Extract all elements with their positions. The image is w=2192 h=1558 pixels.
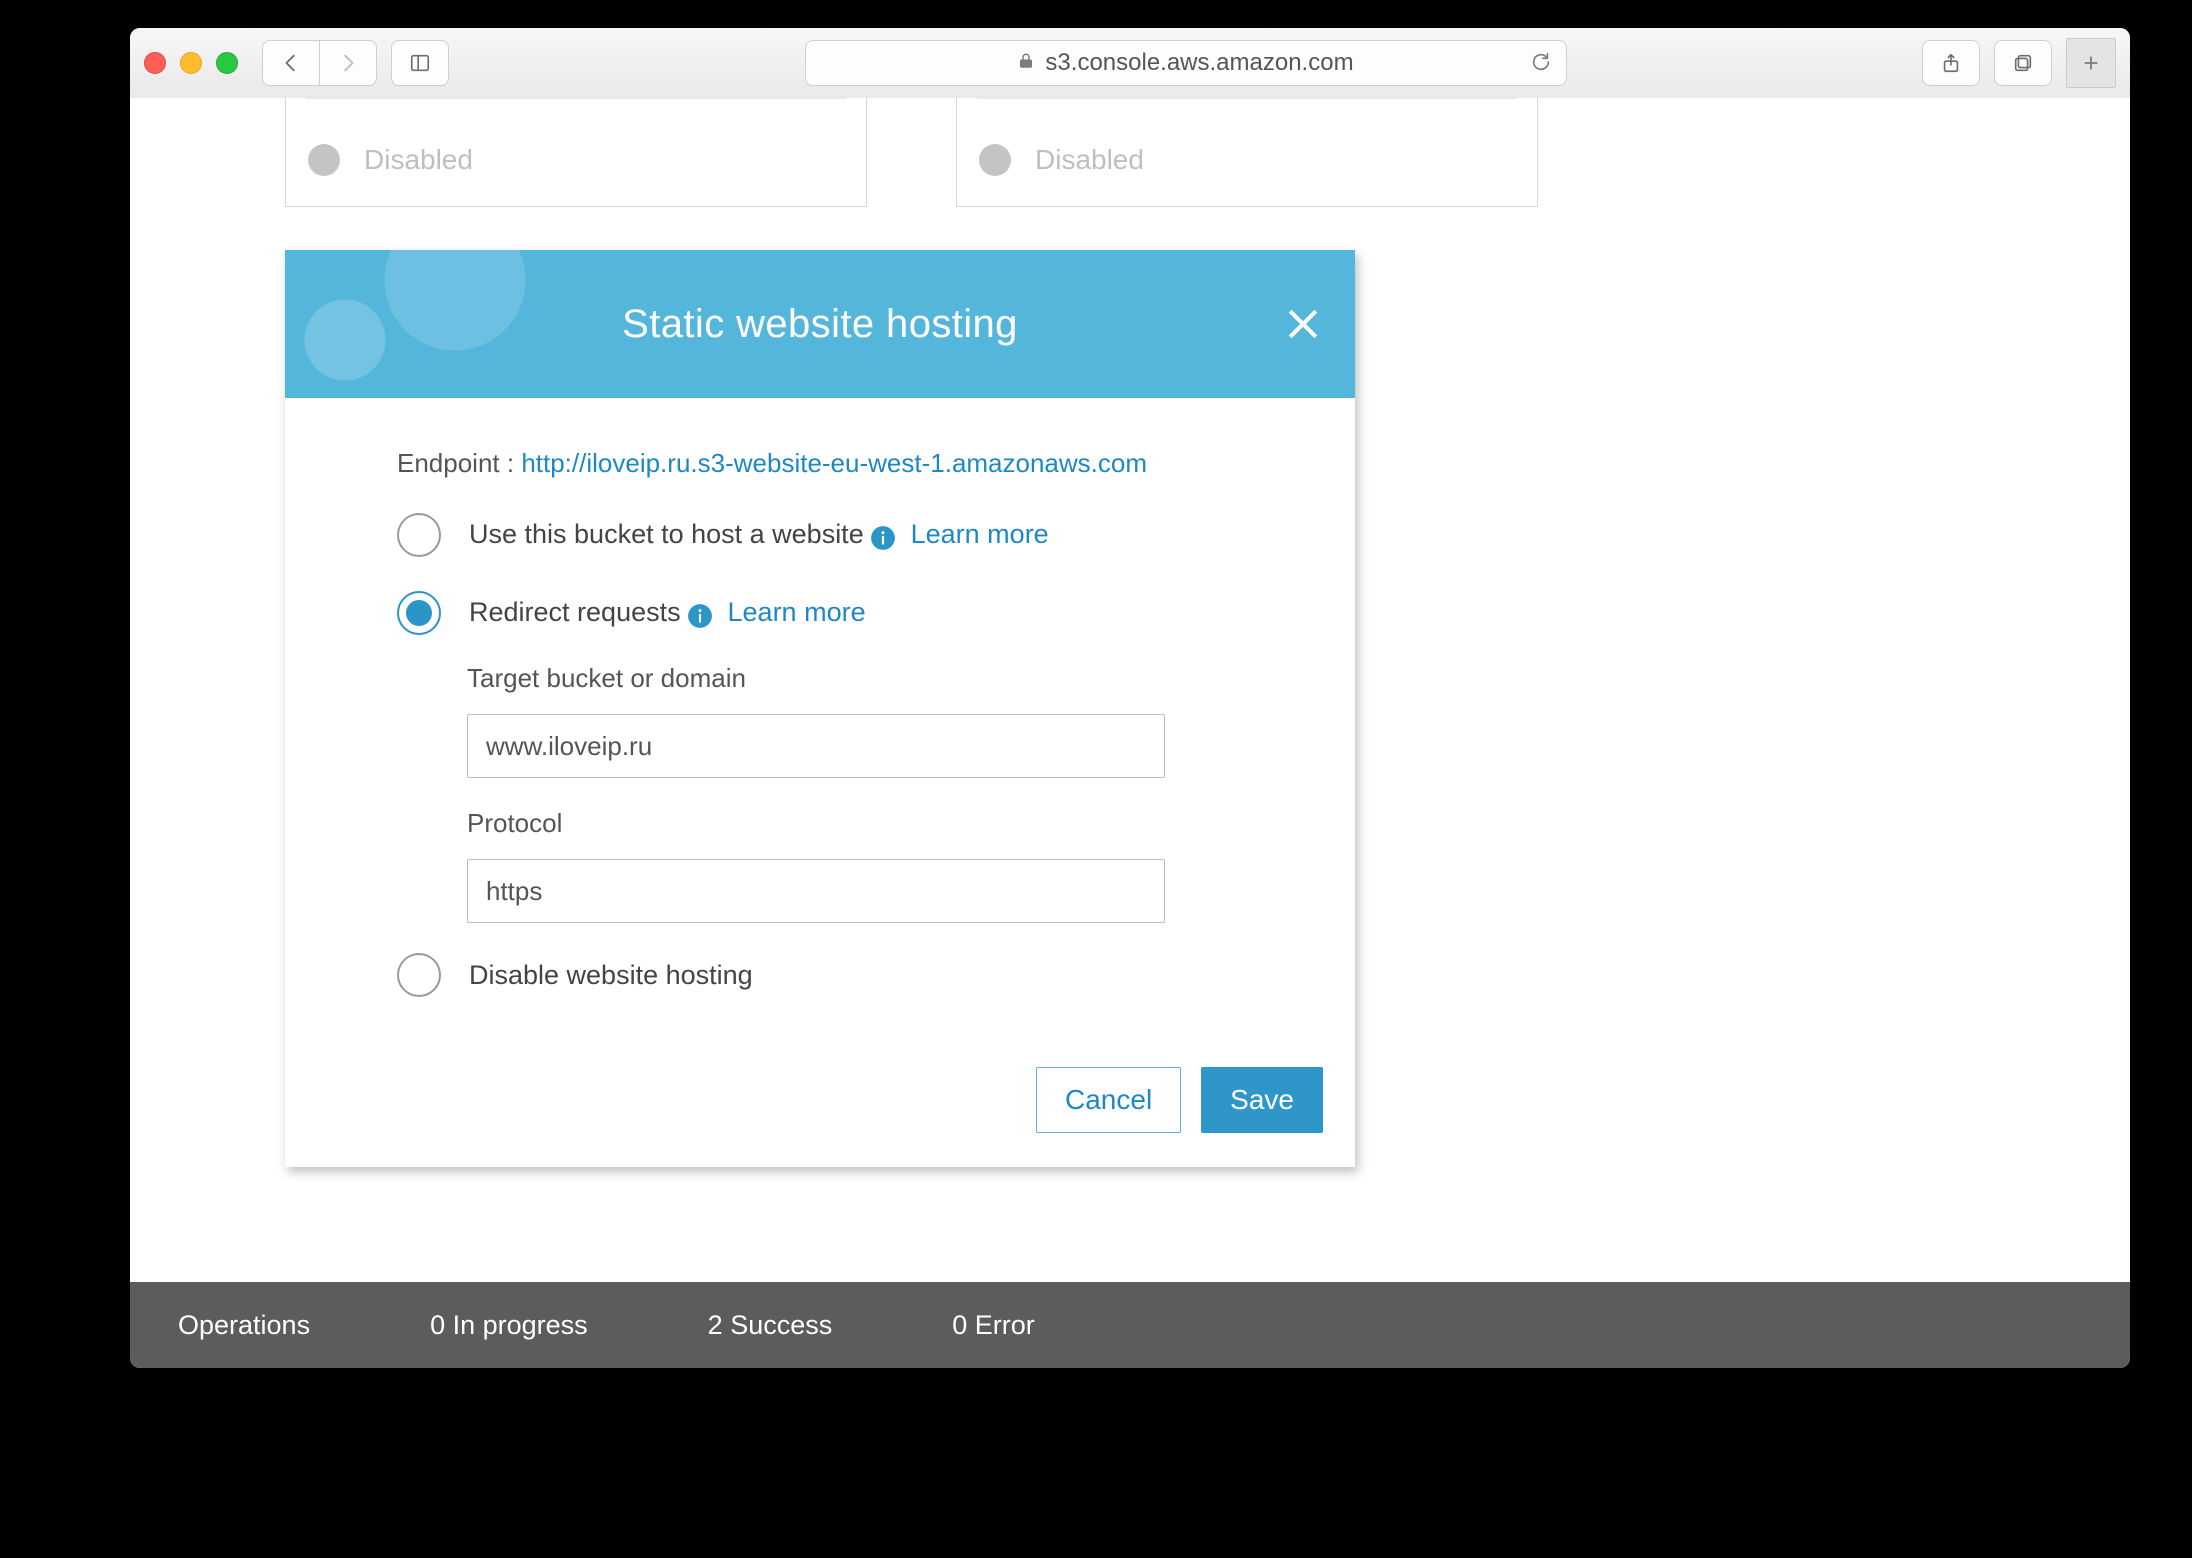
status-label: Disabled <box>1035 144 1144 176</box>
info-icon[interactable] <box>687 603 713 629</box>
panel-footer: Cancel Save <box>285 1047 1355 1167</box>
close-window-button[interactable] <box>144 52 166 74</box>
panel-header: Static website hosting <box>285 250 1355 398</box>
status-dot-icon <box>979 144 1011 176</box>
address-bar[interactable]: s3.console.aws.amazon.com <box>805 40 1567 86</box>
minimize-window-button[interactable] <box>180 52 202 74</box>
sidebar-toggle-button[interactable] <box>391 40 449 86</box>
address-text: s3.console.aws.amazon.com <box>1045 49 1353 77</box>
option-host-website[interactable]: Use this bucket to host a website Learn … <box>397 513 1243 557</box>
share-button[interactable] <box>1922 40 1980 86</box>
protocol-label: Protocol <box>467 808 1243 839</box>
learn-more-link[interactable]: Learn more <box>728 597 866 627</box>
radio-unchecked-icon[interactable] <box>397 953 441 997</box>
option-label: Disable website hosting <box>469 960 753 991</box>
target-bucket-label: Target bucket or domain <box>467 663 1243 694</box>
safari-toolbar: s3.console.aws.amazon.com <box>130 28 2130 99</box>
option-label: Use this bucket to host a website <box>469 519 864 549</box>
radio-unchecked-icon[interactable] <box>397 513 441 557</box>
endpoint-row: Endpoint : http://iloveip.ru.s3-website-… <box>397 448 1243 479</box>
save-button[interactable]: Save <box>1201 1067 1323 1133</box>
chevron-right-icon <box>337 52 359 74</box>
forward-button[interactable] <box>320 40 377 86</box>
maximize-window-button[interactable] <box>216 52 238 74</box>
radio-checked-icon[interactable] <box>397 591 441 635</box>
endpoint-link[interactable]: http://iloveip.ru.s3-website-eu-west-1.a… <box>521 448 1147 478</box>
option-disable-hosting[interactable]: Disable website hosting <box>397 953 1243 997</box>
reload-button[interactable] <box>1530 51 1552 78</box>
in-progress-count: 0 In progress <box>430 1310 588 1341</box>
option-label: Redirect requests <box>469 597 681 627</box>
status-dot-icon <box>308 144 340 176</box>
browser-window: s3.console.aws.amazon.com <box>130 28 2130 1368</box>
status-label: Disabled <box>364 144 473 176</box>
page-content: Disabled Disabled Static website hosting… <box>130 98 2130 1282</box>
reload-icon <box>1530 51 1552 73</box>
close-panel-button[interactable] <box>1281 302 1325 346</box>
property-card-2[interactable]: Disabled <box>956 98 1538 207</box>
back-button[interactable] <box>262 40 320 86</box>
sidebar-icon <box>409 52 431 74</box>
cancel-button[interactable]: Cancel <box>1036 1067 1181 1133</box>
static-website-hosting-panel: Static website hosting Endpoint : http:/… <box>285 250 1355 1167</box>
lock-icon <box>1017 52 1035 75</box>
property-card-1[interactable]: Disabled <box>285 98 867 207</box>
target-bucket-input[interactable]: www.iloveip.ru <box>467 714 1165 778</box>
success-count: 2 Success <box>708 1310 833 1341</box>
info-icon[interactable] <box>870 525 896 551</box>
new-tab-button[interactable] <box>2066 38 2116 88</box>
chevron-left-icon <box>280 52 302 74</box>
learn-more-link[interactable]: Learn more <box>911 519 1049 549</box>
share-icon <box>1940 52 1962 74</box>
protocol-input[interactable]: https <box>467 859 1165 923</box>
option-redirect-requests[interactable]: Redirect requests Learn more <box>397 591 1243 635</box>
error-count: 0 Error <box>952 1310 1035 1341</box>
nav-back-forward <box>262 40 377 86</box>
operations-status-bar[interactable]: Operations 0 In progress 2 Success 0 Err… <box>130 1282 2130 1368</box>
window-controls <box>144 52 238 74</box>
tabs-icon <box>2012 52 2034 74</box>
operations-label: Operations <box>178 1310 310 1341</box>
close-icon <box>1281 302 1325 346</box>
tabs-button[interactable] <box>1994 40 2052 86</box>
plus-icon <box>2080 52 2102 74</box>
endpoint-label: Endpoint : <box>397 448 521 478</box>
panel-title: Static website hosting <box>622 302 1018 347</box>
